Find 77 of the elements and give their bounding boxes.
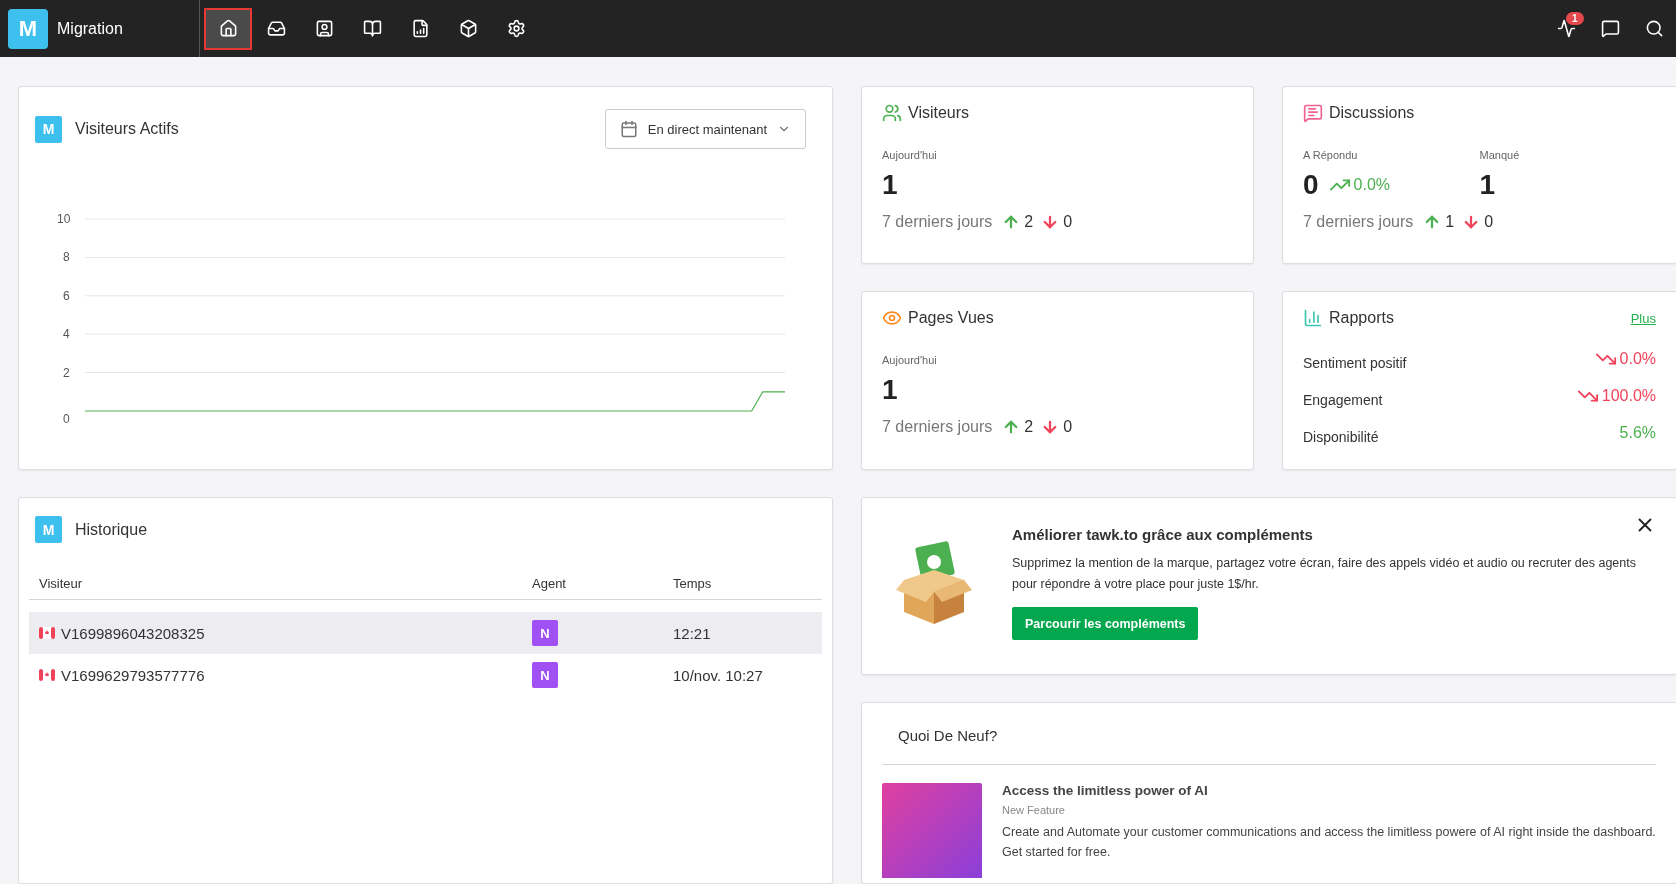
agent-avatar: N (532, 662, 558, 688)
stat-label: A Répondu (1303, 149, 1359, 161)
card-title: Historique (75, 520, 148, 539)
axis-tick-label: 2 (63, 365, 70, 380)
report-label: Sentiment positif (1303, 354, 1407, 371)
stat-label: Aujourd'hui (882, 149, 938, 161)
stat-value: 1 (882, 374, 898, 406)
nav-button[interactable] (204, 7, 252, 50)
stat-label: Aujourd'hui (882, 354, 938, 366)
news-tag: New Feature (1002, 804, 1656, 816)
book-icon (362, 19, 382, 38)
chat-icon (1303, 103, 1323, 123)
card-title: Quoi De Neuf? (898, 727, 999, 744)
history-row[interactable]: V1699896043208325 N 12:21 (29, 612, 822, 654)
stat-value: 1 (1479, 169, 1496, 201)
contact-card-icon (314, 19, 334, 38)
axis-tick-label: 10 (57, 212, 71, 226)
period-label: 7 derniers jours (882, 418, 993, 436)
axis-tick-label: 6 (63, 288, 70, 303)
eye-icon (882, 308, 902, 328)
brand-name: Migration (57, 19, 123, 38)
card-title: Visiteurs (908, 104, 970, 122)
letter-icon: M (35, 115, 62, 143)
search-icon (1644, 19, 1664, 38)
card-title: Rapports (1329, 309, 1394, 327)
news-title: Access the limitless power of AI (1002, 783, 1209, 798)
stat-value: 0 (1303, 169, 1319, 201)
period-label: 7 derniers jours (1303, 213, 1414, 231)
stat-label: Manqué (1479, 149, 1521, 161)
chat-icon (1600, 19, 1620, 38)
column-header: Visiteur (39, 575, 84, 591)
card-title: Visiteurs Actifs (75, 120, 179, 138)
report-label: Disponibilité (1303, 428, 1379, 445)
up-count: 1 (1445, 213, 1455, 231)
visitor-id: V1699896043208325 (61, 624, 205, 642)
up-count: 2 (1024, 418, 1034, 436)
axis-tick-label: 8 (63, 250, 70, 265)
news-text: Create and Automate your customer communications and access the limitless powere of AI right inside the dashboard. Get started for free. (1002, 824, 1656, 861)
report-value: 0.0% (1619, 349, 1656, 368)
card-title: Discussions (1329, 104, 1415, 122)
axis-tick-label: 0 (63, 412, 70, 426)
visitor-id: V1699629793577776 (61, 666, 205, 684)
report-icon (410, 19, 430, 38)
flag-icon (39, 626, 55, 640)
report-label: Engagement (1303, 391, 1383, 408)
settings-icon (506, 19, 526, 38)
column-header: Temps (673, 575, 713, 591)
stat-value: 1 (882, 169, 898, 201)
home-icon (218, 19, 238, 38)
report-value: 100.0% (1601, 386, 1656, 405)
card-title: Pages Vues (908, 309, 994, 327)
users-icon (882, 103, 902, 123)
inbox-icon (266, 19, 286, 38)
bar-chart-icon (1303, 308, 1323, 328)
notification-count: 1 (1566, 11, 1584, 25)
flag-icon (39, 668, 55, 682)
report-value: 5.6% (1619, 423, 1656, 442)
toolbar-button[interactable]: 1 (1544, 7, 1588, 50)
time-text: 10/nov. 10:27 (673, 666, 763, 684)
period-label: 7 derniers jours (882, 213, 993, 231)
up-count: 2 (1024, 213, 1034, 231)
letter-icon: M (35, 516, 62, 543)
agent-avatar: N (532, 620, 558, 646)
promo-text: Supprimez la mention de la marque, partagez votre écran, faire des appels vidéo et audio ou recruter des agents pour répondre à votre place pour juste 1$/hr. (1012, 555, 1637, 593)
down-count: 0 (1063, 418, 1073, 436)
box-icon (458, 19, 478, 38)
period-dropdown[interactable]: En direct maintenant (604, 109, 806, 149)
down-count: 0 (1063, 213, 1073, 231)
trend-value: 0.0% (1353, 176, 1391, 194)
brand-logo: M (8, 8, 48, 49)
axis-tick-label: 4 (63, 327, 70, 342)
promo-title: Améliorer tawk.to grâce aux compléments (1012, 526, 1314, 543)
calendar-icon (619, 120, 638, 138)
down-count: 0 (1484, 213, 1494, 231)
history-row[interactable]: V1699629793577776 N 10/nov. 10:27 (29, 654, 822, 696)
time-text: 12:21 (673, 624, 711, 642)
column-header: Agent (532, 575, 567, 591)
